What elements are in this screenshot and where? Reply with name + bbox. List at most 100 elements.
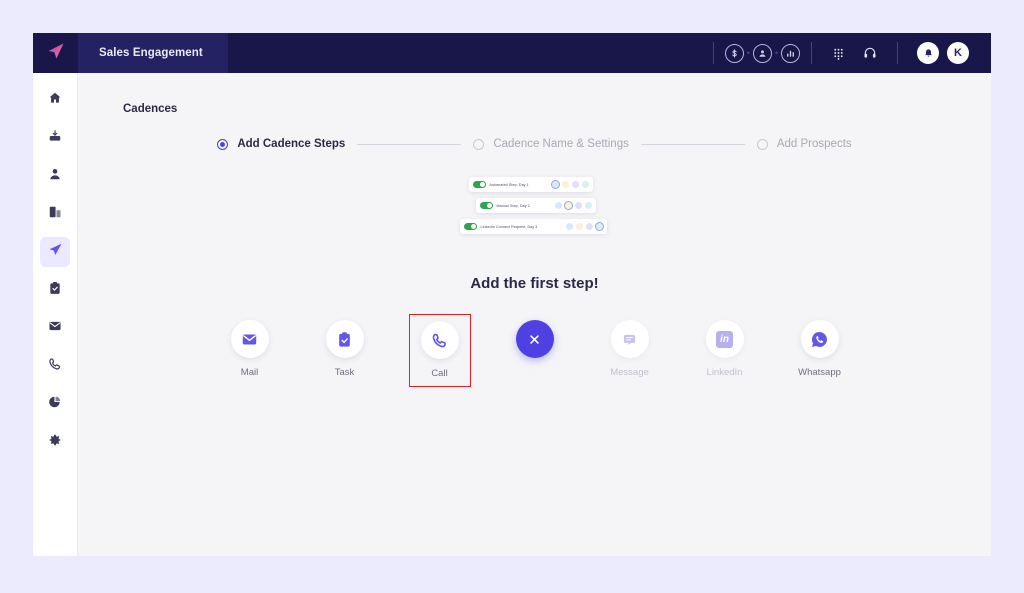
sidebar [33,73,78,556]
sidebar-item-contacts[interactable] [40,161,70,191]
step-label: Add Cadence Steps [237,138,346,150]
preview-card-actions [565,223,603,230]
preview-card-actions [554,202,592,209]
person-icon [48,167,62,186]
sidebar-item-reports[interactable] [40,389,70,419]
delete-chip-icon[interactable] [584,202,592,209]
message-chip-icon[interactable] [585,223,593,230]
step-label: Add Prospects [776,138,852,150]
person-icon[interactable] [752,43,772,63]
call-chip-icon[interactable] [561,181,569,188]
call-chip-icon[interactable] [564,202,572,209]
topbar-dot-1: • [746,48,750,58]
sidebar-item-inbox[interactable] [40,123,70,153]
step-button-linkedin[interactable]: in LinkedIn [694,314,756,384]
preview-card-label: LinkedIn Connect Request, Day 3 [480,224,538,229]
envelope-icon [48,319,62,338]
message-icon [610,320,649,358]
avatar[interactable]: K [947,42,969,64]
analytics-icon[interactable] [781,43,800,63]
mail-chip-icon[interactable] [554,202,562,209]
home-icon [48,91,62,110]
step-button-mail[interactable]: Mail [219,314,281,384]
sidebar-item-calls[interactable] [40,351,70,381]
preview-card-actions [551,181,589,188]
pie-chart-icon [48,395,62,414]
clipboard-check-icon [48,281,62,300]
sidebar-item-home[interactable] [40,85,70,115]
envelope-icon [230,320,269,358]
app-tab-sales-engagement[interactable]: Sales Engagement [78,33,228,73]
step-button-label: Mail [240,367,259,378]
close-x-icon [515,320,554,358]
step-button-label: Whatsapp [798,367,841,378]
step-add-prospects[interactable]: Add Prospects [756,138,852,150]
app-window: Sales Engagement • • K Cadences Add Cade… [33,33,991,556]
preview-card-row: LinkedIn Connect Request, Day 3 [459,219,607,234]
sidebar-item-mail[interactable] [40,313,70,343]
toggle-switch[interactable] [463,223,477,230]
gear-icon [48,433,62,452]
sidebar-item-tasks[interactable] [40,275,70,305]
step-type-buttons: Mail Task Call Message in LinkedIn Whats… [78,314,991,387]
headset-icon[interactable] [863,46,877,60]
step-radio-icon [473,138,485,150]
preview-card-row: Manual Step, Day 2 [475,198,596,213]
preview-card-label: Automated Step, Day 1 [489,182,529,187]
step-button-message[interactable]: Message [599,314,661,384]
preview-card-label: Manual Step, Day 2 [496,203,530,208]
sidebar-item-documents[interactable] [40,199,70,229]
linkedin-badge: in [716,330,733,348]
stepper-connector-2 [640,143,745,145]
headline: Add the first step! [470,275,599,292]
sidebar-item-settings[interactable] [40,427,70,457]
stepper-connector-1 [357,143,462,145]
clipboard-check-icon [325,320,364,358]
step-button-label: LinkedIn [706,367,743,378]
step-button-call[interactable]: Call [408,314,471,387]
step-button-label: Task [334,367,355,378]
dialpad-icon[interactable] [832,47,845,60]
topbar-divider-1 [712,42,714,64]
step-button-task[interactable]: Task [314,314,376,384]
paper-plane-icon [48,242,63,262]
phone-icon [48,357,62,376]
linkedin-icon: in [705,320,744,358]
step-button-whatsapp[interactable]: Whatsapp [789,314,851,384]
toggle-switch[interactable] [479,202,493,209]
app-logo[interactable] [33,33,78,73]
topbar-dot-2: • [774,48,778,58]
paper-plane-logo-icon [46,41,66,66]
sidebar-item-cadences[interactable] [40,237,70,267]
preview-card-row: Automated Step, Day 1 [468,177,593,192]
linkedin-chip-icon[interactable] [595,223,603,230]
inbox-icon [48,129,62,148]
whatsapp-icon [800,320,839,358]
toggle-switch[interactable] [472,181,486,188]
call-chip-icon[interactable] [575,223,583,230]
step-button-label: Call [431,368,448,379]
message-chip-icon[interactable] [571,181,579,188]
mail-chip-icon[interactable] [565,223,573,230]
message-chip-icon[interactable] [574,202,582,209]
app-body: Cadences Add Cadence Steps Cadence Name … [33,73,991,556]
avatar-initial: K [954,47,962,59]
step-button-close[interactable] [504,314,566,373]
step-button-label: Message [610,367,649,378]
dollar-icon[interactable] [724,43,744,63]
notification-bell-icon[interactable] [917,42,939,64]
step-label: Cadence Name & Settings [493,138,629,150]
cadence-stepper: Add Cadence Steps Cadence Name & Setting… [78,138,991,150]
delete-chip-icon[interactable] [581,181,589,188]
step-add-cadence-steps[interactable]: Add Cadence Steps [217,138,345,150]
step-cadence-name-settings[interactable]: Cadence Name & Settings [473,138,629,150]
topbar-divider-3 [897,42,898,64]
page-title: Cadences [123,103,178,115]
top-bar: Sales Engagement • • K [33,33,991,73]
cadence-preview-illustration: Automated Step, Day 1 Manual Step, Day 2 [455,177,615,239]
main-content: Cadences Add Cadence Steps Cadence Name … [78,73,991,556]
app-tab-label: Sales Engagement [99,47,203,59]
topbar-divider-2 [811,42,812,64]
mail-chip-icon[interactable] [551,181,559,188]
